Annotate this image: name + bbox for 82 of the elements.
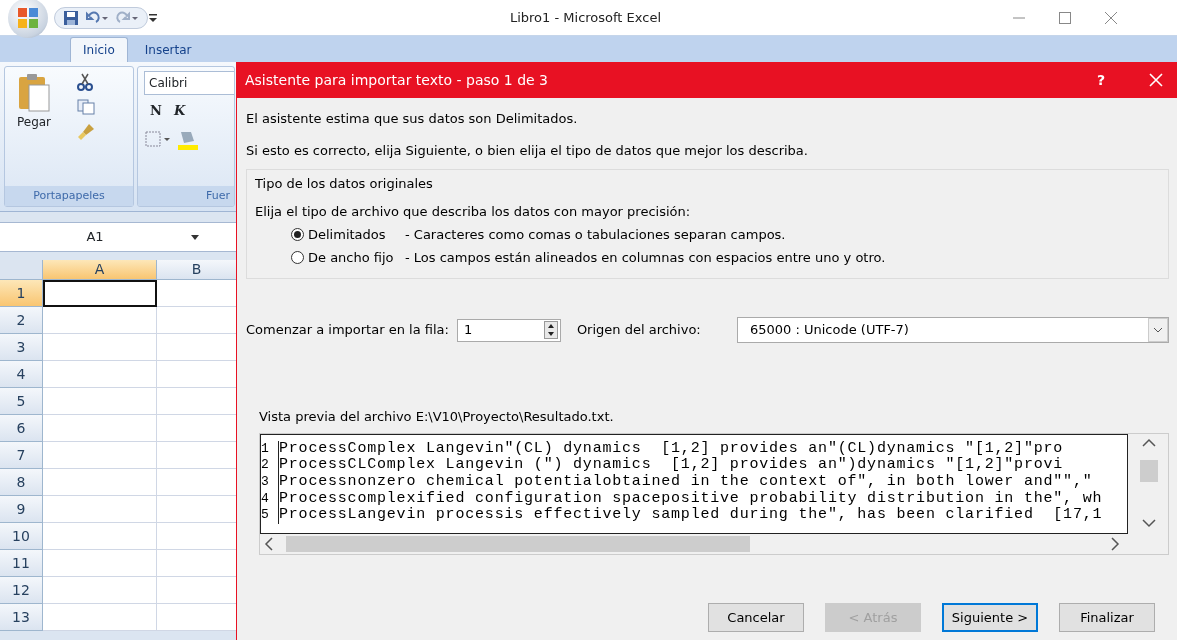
maximize-icon[interactable]: [1059, 11, 1071, 24]
save-icon[interactable]: [63, 9, 79, 26]
start-row-label: Comenzar a importar en la fila:: [246, 321, 449, 340]
bold-button[interactable]: N: [144, 99, 168, 123]
row-header[interactable]: 2: [0, 307, 43, 334]
row-header[interactable]: 7: [0, 442, 43, 469]
row-header[interactable]: 4: [0, 361, 43, 388]
preview-label: Vista previa del archivo E:\V10\Proyecto\Resultado.txt.: [259, 408, 615, 426]
column-header[interactable]: A: [43, 260, 157, 280]
dialog-button[interactable]: Siguiente >: [942, 603, 1038, 632]
copy-icon[interactable]: [77, 99, 95, 115]
help-button[interactable]: ?: [1096, 69, 1105, 91]
line-number: 3: [261, 473, 279, 491]
row-header[interactable]: 9: [0, 496, 43, 523]
grid-cell[interactable]: [43, 469, 157, 496]
customize-icon[interactable]: [148, 11, 158, 24]
grid-cell[interactable]: [43, 388, 157, 415]
radio-option[interactable]: Delimitados: [291, 225, 405, 245]
origin-label: Origen del archivo:: [576, 321, 701, 340]
brush-icon[interactable]: [77, 123, 95, 141]
option-description: - Los campos están alineados en columnas con espacios entre uno y otro.: [405, 248, 886, 267]
undo-icon[interactable]: [85, 9, 109, 26]
grid-cell[interactable]: [43, 361, 157, 388]
redo-icon[interactable]: [115, 9, 139, 26]
ribbon-tab[interactable]: Insertar: [131, 37, 205, 62]
grid-cell[interactable]: [43, 604, 157, 631]
line-number: 5: [261, 507, 279, 524]
scissors-icon[interactable]: [77, 73, 93, 91]
dialog-button[interactable]: Finalizar: [1059, 603, 1155, 632]
grid-cell[interactable]: [43, 550, 157, 577]
grid-cell[interactable]: [43, 442, 157, 469]
row-header[interactable]: 13: [0, 604, 43, 631]
grid-cell[interactable]: [43, 523, 157, 550]
grid-cell[interactable]: [43, 577, 157, 604]
instruction-text: El asistente estima que sus datos son Delimitados.: [246, 110, 579, 128]
group-legend: Tipo de los datos originales: [255, 174, 1160, 194]
origin-dropdown[interactable]: 65000 : Unicode (UTF-7): [737, 317, 1169, 343]
group-label: Portapapeles: [5, 185, 133, 206]
row-header[interactable]: 12: [0, 577, 43, 604]
row-header[interactable]: 6: [0, 415, 43, 442]
group-label: Fuer: [138, 185, 234, 206]
dialog-title: Asistente para importar texto - paso 1 de 3: [245, 70, 548, 90]
option-description: - Caracteres como comas o tabulaciones separan campos.: [405, 226, 786, 244]
row-header[interactable]: 11: [0, 550, 43, 577]
office-logo-icon: [17, 6, 39, 29]
office-button[interactable]: [8, 0, 48, 38]
preview-line: Processcomplexified configuration spacepositive probability distribution in the", wh: [279, 490, 1103, 507]
row-spinner-field[interactable]: 1: [456, 318, 561, 342]
grid-cell[interactable]: [43, 307, 157, 334]
font-name-field[interactable]: Calibri: [144, 71, 234, 95]
spinner-arrows-icon[interactable]: [543, 321, 558, 339]
row-header[interactable]: 1: [0, 280, 43, 307]
grid-cell[interactable]: [43, 334, 157, 361]
ribbon-tab[interactable]: Inicio: [70, 37, 128, 62]
line-number: 4: [261, 490, 279, 508]
select-all-corner[interactable]: [0, 260, 43, 280]
preview-line: ProcessLangevin processis effectively sampled during the", has been clarified [17,1: [279, 507, 1103, 524]
preview-line: ProcessCLComplex Langevin (") dynamics [1,2] provides an")dynamics "[1,2]"provi: [279, 457, 1064, 474]
row-header[interactable]: 5: [0, 388, 43, 415]
dialog-button[interactable]: Cancelar: [708, 603, 804, 632]
name-box[interactable]: A1: [0, 227, 190, 247]
close-icon[interactable]: [1105, 11, 1117, 24]
line-number: 1: [261, 440, 279, 458]
preview-line: ProcessComplex Langevin"(CL) dynamics [1,2] provides an"(CL)dynamics "[1,2]"pro: [279, 440, 1064, 457]
group-prompt: Elija el tipo de archivo que describa los datos con mayor precisión:: [255, 202, 692, 221]
clipboard-icon[interactable]: [17, 73, 51, 113]
column-header[interactable]: B: [157, 260, 237, 280]
line-number: 2: [261, 457, 279, 474]
row-header[interactable]: 3: [0, 334, 43, 361]
grid-cell[interactable]: [43, 496, 157, 523]
row-header[interactable]: 10: [0, 523, 43, 550]
row-header[interactable]: 8: [0, 469, 43, 496]
radio-option[interactable]: De ancho fijo: [291, 247, 405, 267]
grid-cell[interactable]: [43, 415, 157, 442]
preview-line: Processnonzero chemical potentialobtained in the context of", in both lower and"",": [279, 473, 1093, 491]
window-title: Libro1 - Microsoft Excel: [508, 8, 663, 27]
instruction-text: Si esto es correcto, elija Siguiente, o bien elija el tipo de datos que mejor los describa.: [246, 141, 809, 160]
dropdown-icon[interactable]: [190, 233, 200, 241]
active-cell[interactable]: [43, 280, 157, 307]
paste-label[interactable]: Pegar: [16, 113, 52, 131]
italic-button[interactable]: K: [167, 99, 192, 123]
chevron-down-icon[interactable]: [1148, 318, 1168, 342]
